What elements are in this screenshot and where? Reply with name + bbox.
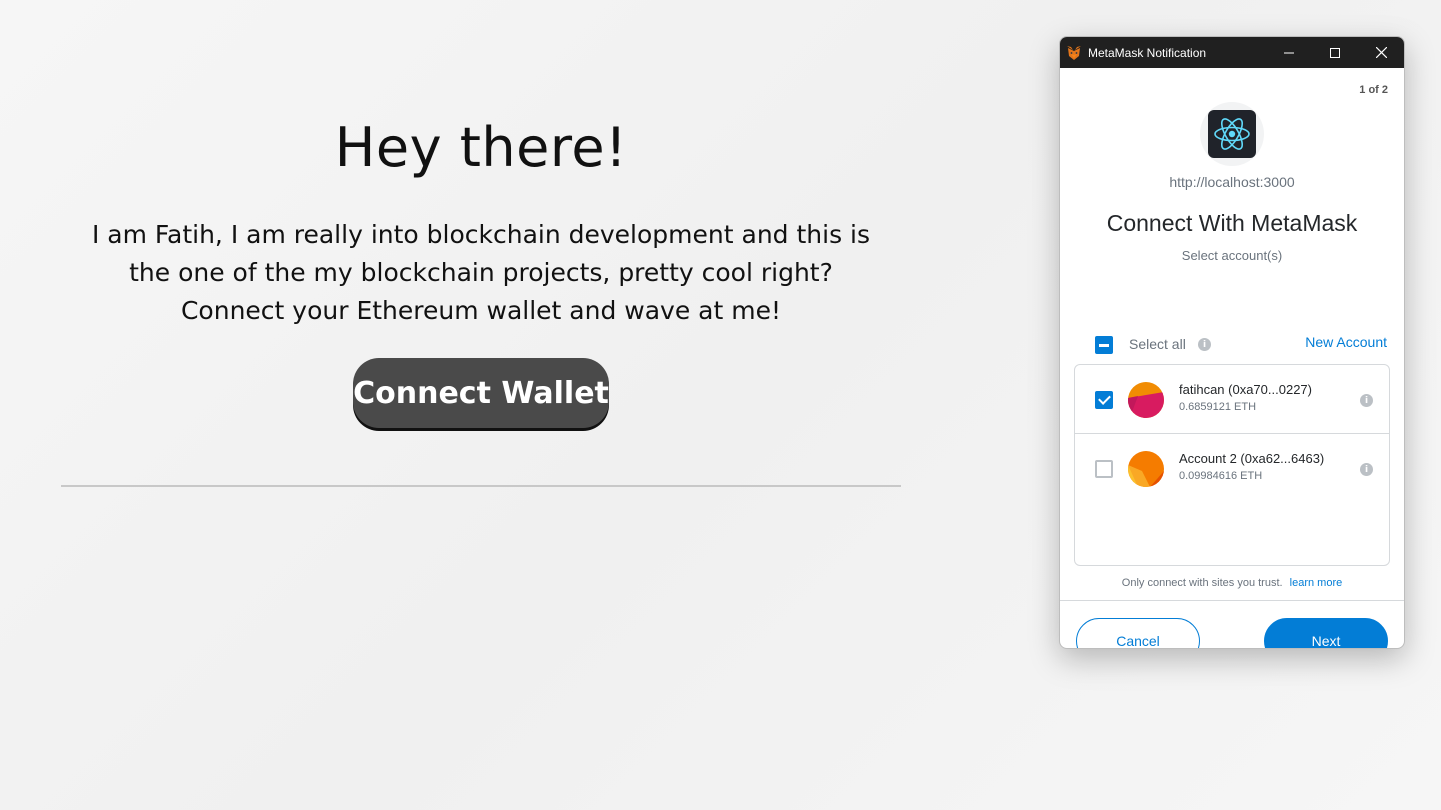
site-icon-container: [1200, 102, 1264, 166]
minimize-icon: [1284, 52, 1294, 53]
connect-wallet-button[interactable]: Connect Wallet: [353, 358, 609, 428]
info-icon[interactable]: i: [1360, 394, 1373, 407]
new-account-link[interactable]: New Account: [1305, 334, 1387, 350]
page-title: Hey there!: [334, 116, 628, 179]
page-description: I am Fatih, I am really into blockchain …: [61, 216, 901, 330]
learn-more-link[interactable]: learn more: [1290, 577, 1343, 589]
cancel-button[interactable]: Cancel: [1076, 618, 1200, 648]
window-title: MetaMask Notification: [1088, 45, 1207, 60]
select-all-checkbox[interactable]: [1095, 336, 1113, 354]
description-line-2: the one of the my blockchain projects, p…: [129, 258, 833, 287]
account-balance: 0.09984616 ETH: [1179, 470, 1263, 482]
info-icon[interactable]: i: [1360, 463, 1373, 476]
account-row[interactable]: Account 2 (0xa62...6463) 0.09984616 ETH …: [1075, 434, 1389, 503]
description-line-3: Connect your Ethereum wallet and wave at…: [180, 296, 782, 325]
account-avatar: [1128, 451, 1164, 487]
minimize-button[interactable]: [1266, 37, 1312, 68]
select-accounts-subheading: Select account(s): [1181, 248, 1283, 263]
close-button[interactable]: [1358, 37, 1404, 68]
account-checkbox-unchecked[interactable]: [1095, 460, 1113, 478]
account-avatar: [1128, 382, 1164, 418]
window-titlebar[interactable]: MetaMask Notification: [1060, 37, 1404, 68]
window-controls: [1266, 37, 1404, 68]
accounts-list: fatihcan (0xa70...0227) 0.6859121 ETH i …: [1074, 364, 1390, 566]
description-line-1: I am Fatih, I am really into blockchain …: [91, 220, 871, 249]
maximize-button[interactable]: [1312, 37, 1358, 68]
account-balance: 0.6859121 ETH: [1179, 401, 1257, 413]
trust-text: Only connect with sites you trust.: [1121, 577, 1283, 589]
connect-heading: Connect With MetaMask: [1106, 210, 1358, 236]
account-checkbox-checked[interactable]: [1095, 391, 1113, 409]
trust-notice: Only connect with sites you trust. learn…: [1060, 577, 1404, 589]
account-name: fatihcan (0xa70...0227): [1179, 382, 1312, 397]
metamask-body: 1 of 2 http://localhost:3000 Connect Wit…: [1060, 68, 1404, 648]
select-all-label: Select all: [1129, 336, 1186, 352]
metamask-notification-window: MetaMask Notification 1 of 2 http://loca…: [1059, 36, 1405, 649]
metamask-fox-icon: [1067, 45, 1081, 60]
page-counter: 1 of 2: [1359, 84, 1388, 96]
maximize-icon: [1330, 47, 1340, 58]
close-icon: [1375, 47, 1387, 58]
account-name: Account 2 (0xa62...6463): [1179, 451, 1325, 466]
info-icon[interactable]: i: [1198, 338, 1211, 351]
footer-divider: [1060, 600, 1404, 601]
react-logo-icon: [1208, 110, 1256, 158]
site-url: http://localhost:3000: [1169, 174, 1295, 190]
divider: [61, 485, 901, 487]
next-button[interactable]: Next: [1264, 618, 1388, 648]
account-row[interactable]: fatihcan (0xa70...0227) 0.6859121 ETH i: [1075, 365, 1389, 434]
